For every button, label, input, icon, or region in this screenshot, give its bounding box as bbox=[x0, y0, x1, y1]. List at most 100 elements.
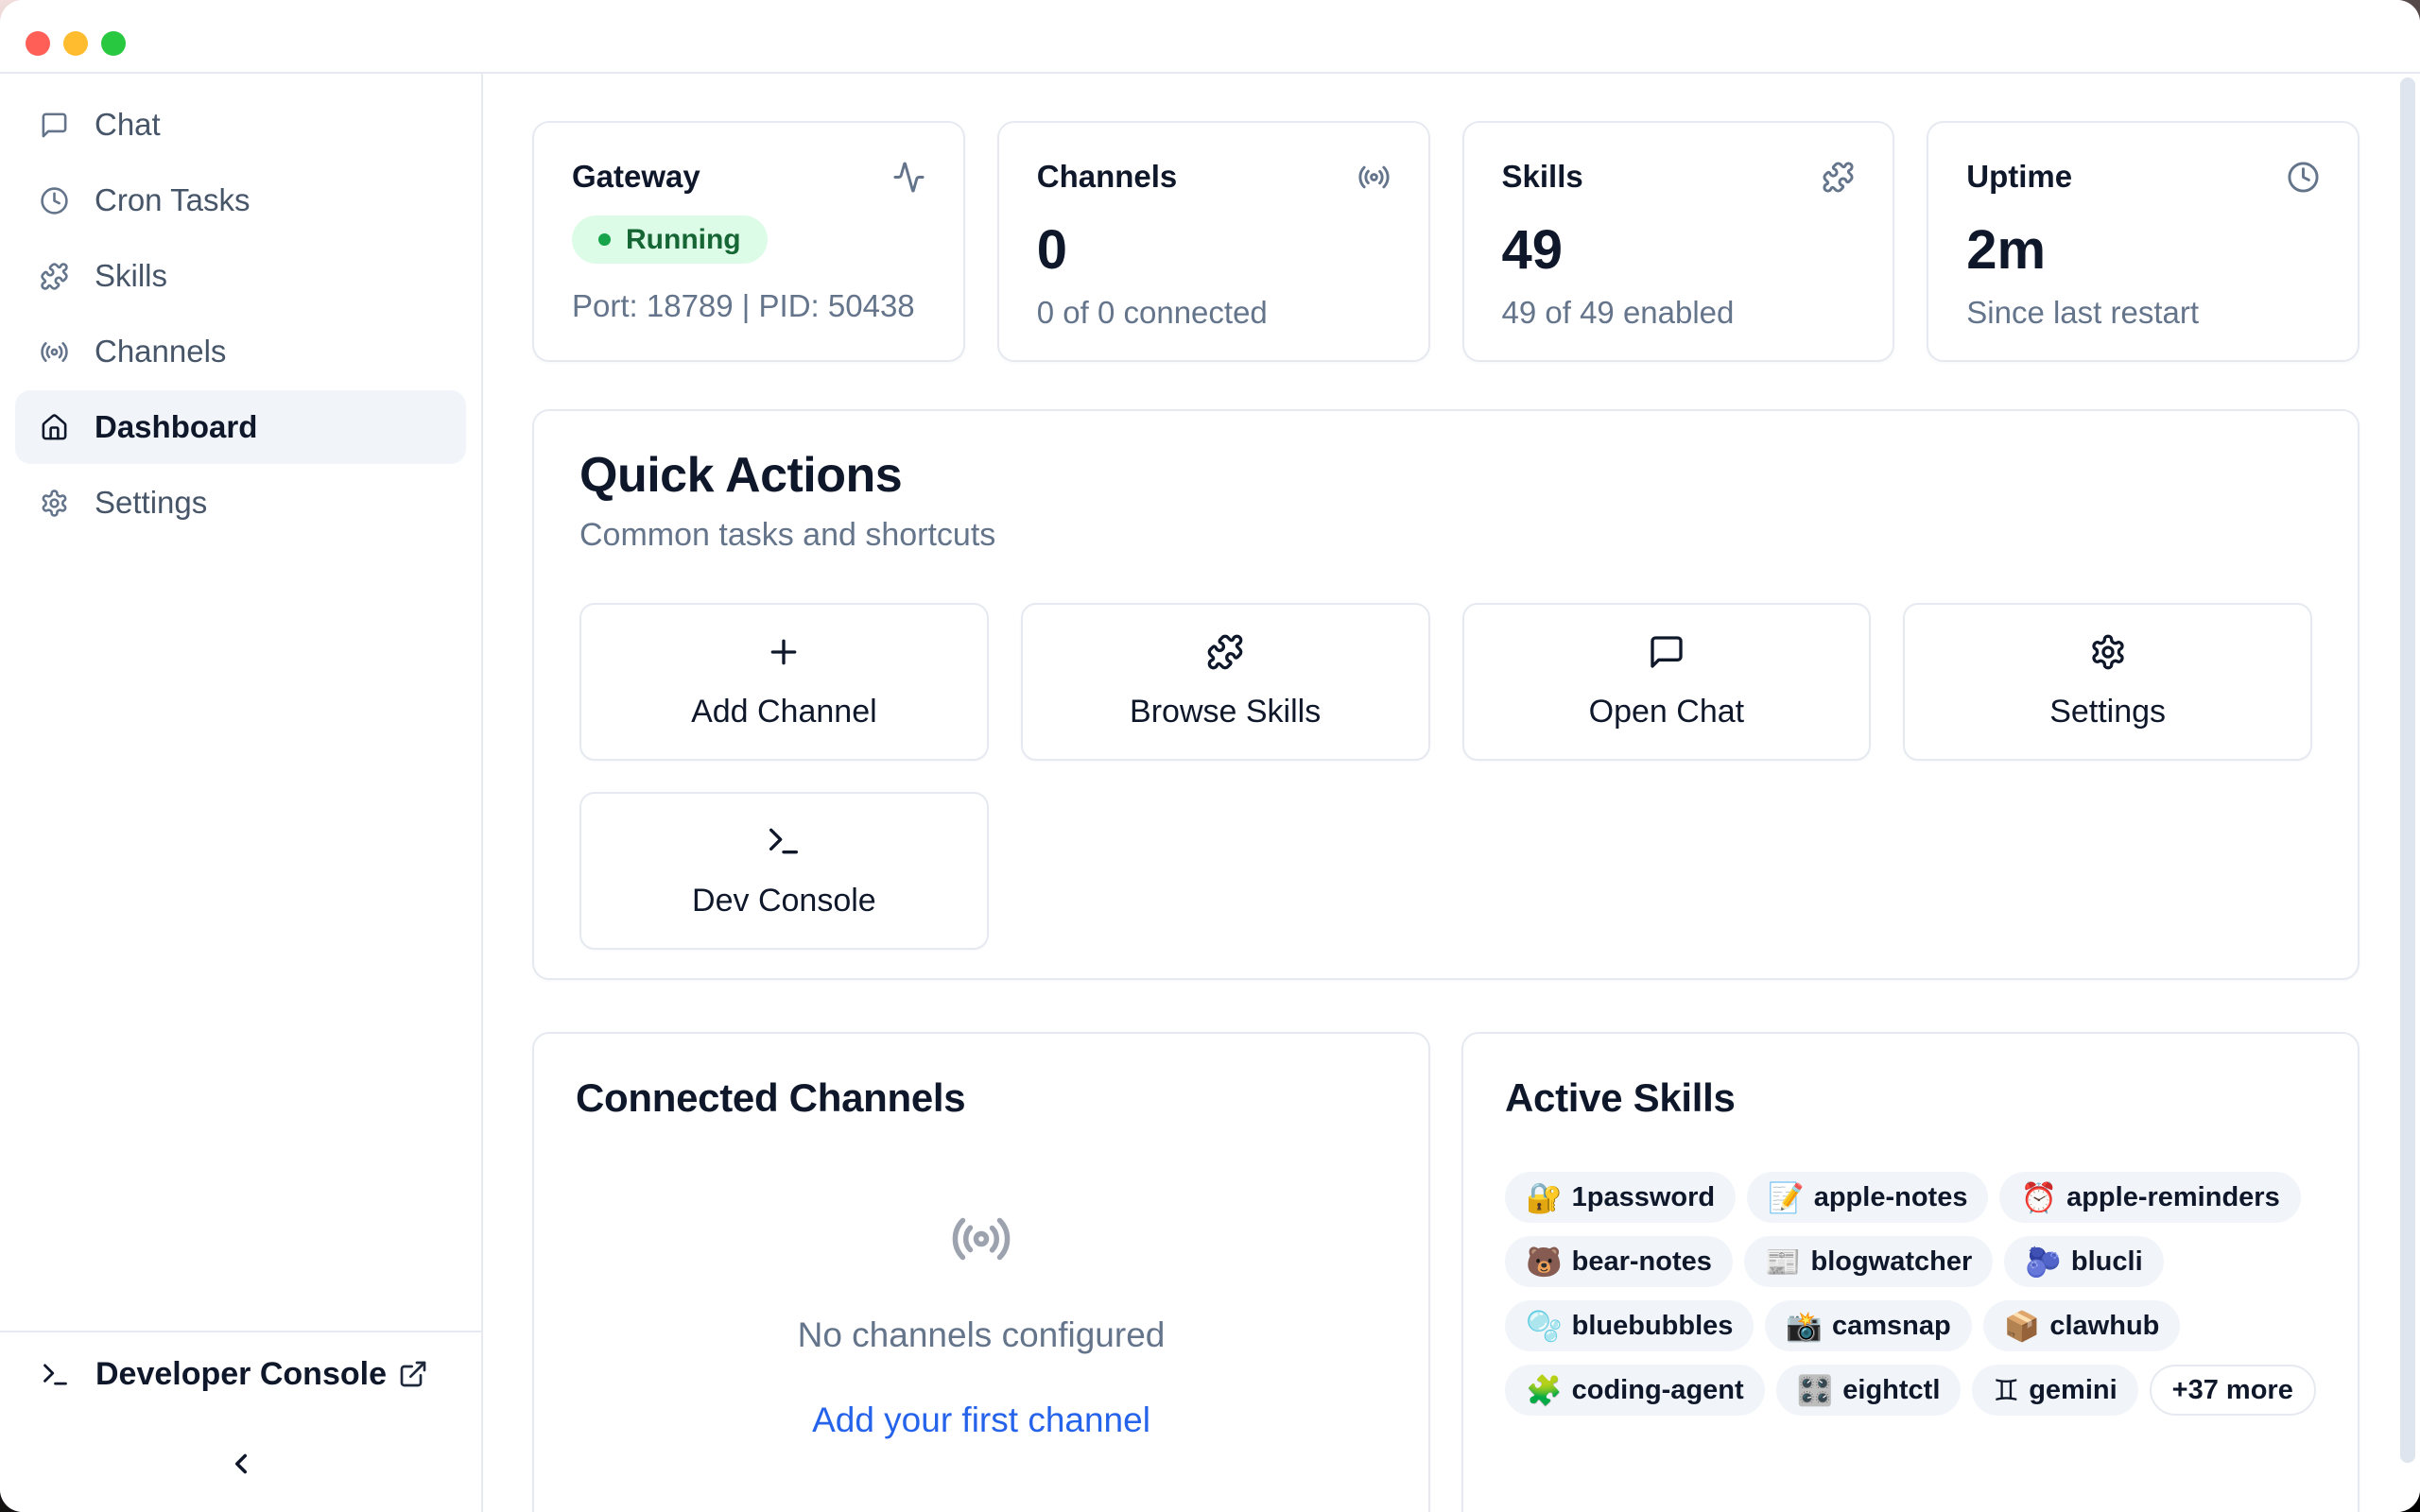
open-chat-label: Open Chat bbox=[1589, 694, 1744, 730]
skill-badge-bluebubbles: 🫧bluebubbles bbox=[1505, 1300, 1754, 1351]
dev-console-button[interactable]: Dev Console bbox=[579, 792, 989, 950]
skill-badge-coding-agent: 🧩 coding-agent bbox=[1505, 1365, 1765, 1416]
puzzle-icon bbox=[1206, 633, 1244, 671]
uptime-subtext: Since last restart bbox=[1966, 295, 2199, 331]
uptime-stat-card: Uptime 2m Since last restart bbox=[1927, 121, 2360, 362]
channels-stat-card: Channels 0 0 of 0 connected bbox=[997, 121, 1430, 362]
external-link-icon bbox=[398, 1359, 428, 1389]
title-bar bbox=[0, 0, 2420, 74]
skill-badge-clawhub: 📦 clawhub bbox=[1983, 1300, 2181, 1351]
quick-actions-panel: Quick Actions Common tasks and shortcuts… bbox=[532, 409, 2360, 980]
puzzle-icon bbox=[1822, 161, 1855, 194]
camera-flash-icon: 📸 bbox=[1786, 1312, 1823, 1341]
bear-icon: 🐻 bbox=[1526, 1247, 1563, 1277]
skill-badge-apple-reminders: ⏰ apple-reminders bbox=[1999, 1172, 2300, 1223]
browse-skills-label: Browse Skills bbox=[1130, 694, 1321, 730]
chevron-left-icon bbox=[225, 1448, 257, 1480]
home-icon bbox=[40, 413, 69, 442]
sidebar-footer: Developer Console bbox=[0, 1331, 481, 1512]
gateway-card-title: Gateway bbox=[572, 159, 700, 195]
scrollbar-thumb[interactable] bbox=[2400, 77, 2415, 1463]
activity-icon bbox=[892, 161, 925, 194]
skill-badge-apple-notes: 📝apple-notes bbox=[1747, 1172, 1988, 1223]
zoom-window-button[interactable] bbox=[101, 31, 126, 56]
open-chat-button[interactable]: Open Chat bbox=[1462, 603, 1872, 761]
terminal-icon bbox=[40, 1359, 71, 1390]
developer-console-label: Developer Console bbox=[95, 1356, 387, 1393]
skill-badge-eightctl: 🎛️ eightctl bbox=[1776, 1365, 1962, 1416]
sidebar-item-label: Cron Tasks bbox=[95, 182, 250, 218]
skills-count: 49 bbox=[1502, 223, 1564, 278]
sidebar-item-label: Chat bbox=[95, 107, 161, 143]
sidebar-item-channels[interactable]: Channels bbox=[15, 315, 466, 388]
terminal-icon bbox=[765, 822, 803, 860]
skill-name: apple-notes bbox=[1814, 1182, 1968, 1213]
developer-console-button[interactable]: Developer Console bbox=[0, 1331, 481, 1416]
skill-name: camsnap bbox=[1832, 1311, 1951, 1342]
quick-actions-subtitle: Common tasks and shortcuts bbox=[579, 517, 2312, 554]
skill-badge-blogwatcher: 📰 blogwatcher bbox=[1744, 1236, 1993, 1287]
browse-skills-button[interactable]: Browse Skills bbox=[1021, 603, 1430, 761]
status-dot bbox=[598, 233, 611, 246]
control-knobs-icon: 🎛️ bbox=[1797, 1376, 1834, 1405]
more-skills-badge[interactable]: +37 more bbox=[2150, 1365, 2316, 1416]
sidebar-item-label: Skills bbox=[95, 258, 167, 294]
sidebar-item-settings[interactable]: Settings bbox=[15, 466, 466, 540]
gateway-port-pid: Port: 18789 | PID: 50438 bbox=[572, 288, 915, 324]
sidebar-item-label: Dashboard bbox=[95, 409, 257, 445]
skills-stat-card: Skills 49 49 of 49 enabled bbox=[1462, 121, 1895, 362]
sidebar-item-dashboard[interactable]: Dashboard bbox=[15, 390, 466, 464]
skill-name: apple-reminders bbox=[2066, 1182, 2280, 1213]
skill-name: clawhub bbox=[2049, 1311, 2159, 1342]
puzzle-piece-icon: 🧩 bbox=[1526, 1376, 1563, 1405]
skills-card-title: Skills bbox=[1502, 159, 1583, 195]
skills-subtext: 49 of 49 enabled bbox=[1502, 295, 1735, 331]
gateway-status-label: Running bbox=[626, 224, 741, 256]
chat-bubble-icon bbox=[1648, 633, 1685, 671]
radio-icon bbox=[1357, 161, 1391, 194]
gear-icon bbox=[40, 489, 69, 518]
settings-button[interactable]: Settings bbox=[1903, 603, 2312, 761]
radio-icon bbox=[40, 337, 69, 367]
settings-label: Settings bbox=[2049, 694, 2166, 730]
puzzle-icon bbox=[40, 262, 69, 291]
clock-icon bbox=[2287, 161, 2320, 194]
channels-card-title: Channels bbox=[1037, 159, 1178, 195]
add-first-channel-link[interactable]: Add your first channel bbox=[812, 1400, 1150, 1440]
uptime-card-title: Uptime bbox=[1966, 159, 2072, 195]
add-channel-button[interactable]: Add Channel bbox=[579, 603, 989, 761]
collapse-sidebar-button[interactable] bbox=[213, 1435, 269, 1492]
connected-channels-panel: Connected Channels No channels configure… bbox=[532, 1032, 1430, 1512]
quick-actions-title: Quick Actions bbox=[579, 447, 2312, 504]
sidebar-item-cron-tasks[interactable]: Cron Tasks bbox=[15, 163, 466, 237]
sidebar-item-skills[interactable]: Skills bbox=[15, 239, 466, 313]
close-window-button[interactable] bbox=[26, 31, 50, 56]
minimize-window-button[interactable] bbox=[63, 31, 88, 56]
chat-bubble-icon bbox=[40, 111, 69, 140]
clock-icon bbox=[40, 186, 69, 215]
skill-name: eightctl bbox=[1842, 1375, 1940, 1406]
radio-icon bbox=[950, 1208, 1012, 1270]
skill-name: blogwatcher bbox=[1810, 1246, 1972, 1278]
alarm-clock-icon: ⏰ bbox=[2020, 1183, 2057, 1212]
skill-badge-blucli: 🫐blucli bbox=[2004, 1236, 2163, 1287]
gear-icon bbox=[2089, 633, 2127, 671]
blueberries-icon: 🫐 bbox=[2025, 1247, 2062, 1277]
add-channel-label: Add Channel bbox=[691, 694, 877, 730]
active-skills-panel: Active Skills 🔐1password 📝apple-notes ⏰a… bbox=[1461, 1032, 2360, 1512]
skill-badge-1password: 🔐1password bbox=[1505, 1172, 1736, 1223]
package-icon: 📦 bbox=[2004, 1312, 2041, 1341]
gateway-status-badge: Running bbox=[572, 215, 768, 264]
channels-empty-state: No channels configured Add your first ch… bbox=[576, 1208, 1387, 1440]
sidebar-item-chat[interactable]: Chat bbox=[15, 88, 466, 162]
skill-name: bear-notes bbox=[1572, 1246, 1712, 1278]
channels-subtext: 0 of 0 connected bbox=[1037, 295, 1268, 331]
skill-name: gemini bbox=[2029, 1375, 2117, 1406]
locked-with-key-icon: 🔐 bbox=[1526, 1183, 1563, 1212]
skill-badge-camsnap: 📸 camsnap bbox=[1765, 1300, 1971, 1351]
skill-badge-bear-notes: 🐻 bear-notes bbox=[1505, 1236, 1733, 1287]
sidebar-item-label: Settings bbox=[95, 485, 207, 521]
plus-icon bbox=[765, 633, 803, 671]
newspaper-icon: 📰 bbox=[1765, 1247, 1802, 1277]
skill-name: coding-agent bbox=[1572, 1375, 1744, 1406]
